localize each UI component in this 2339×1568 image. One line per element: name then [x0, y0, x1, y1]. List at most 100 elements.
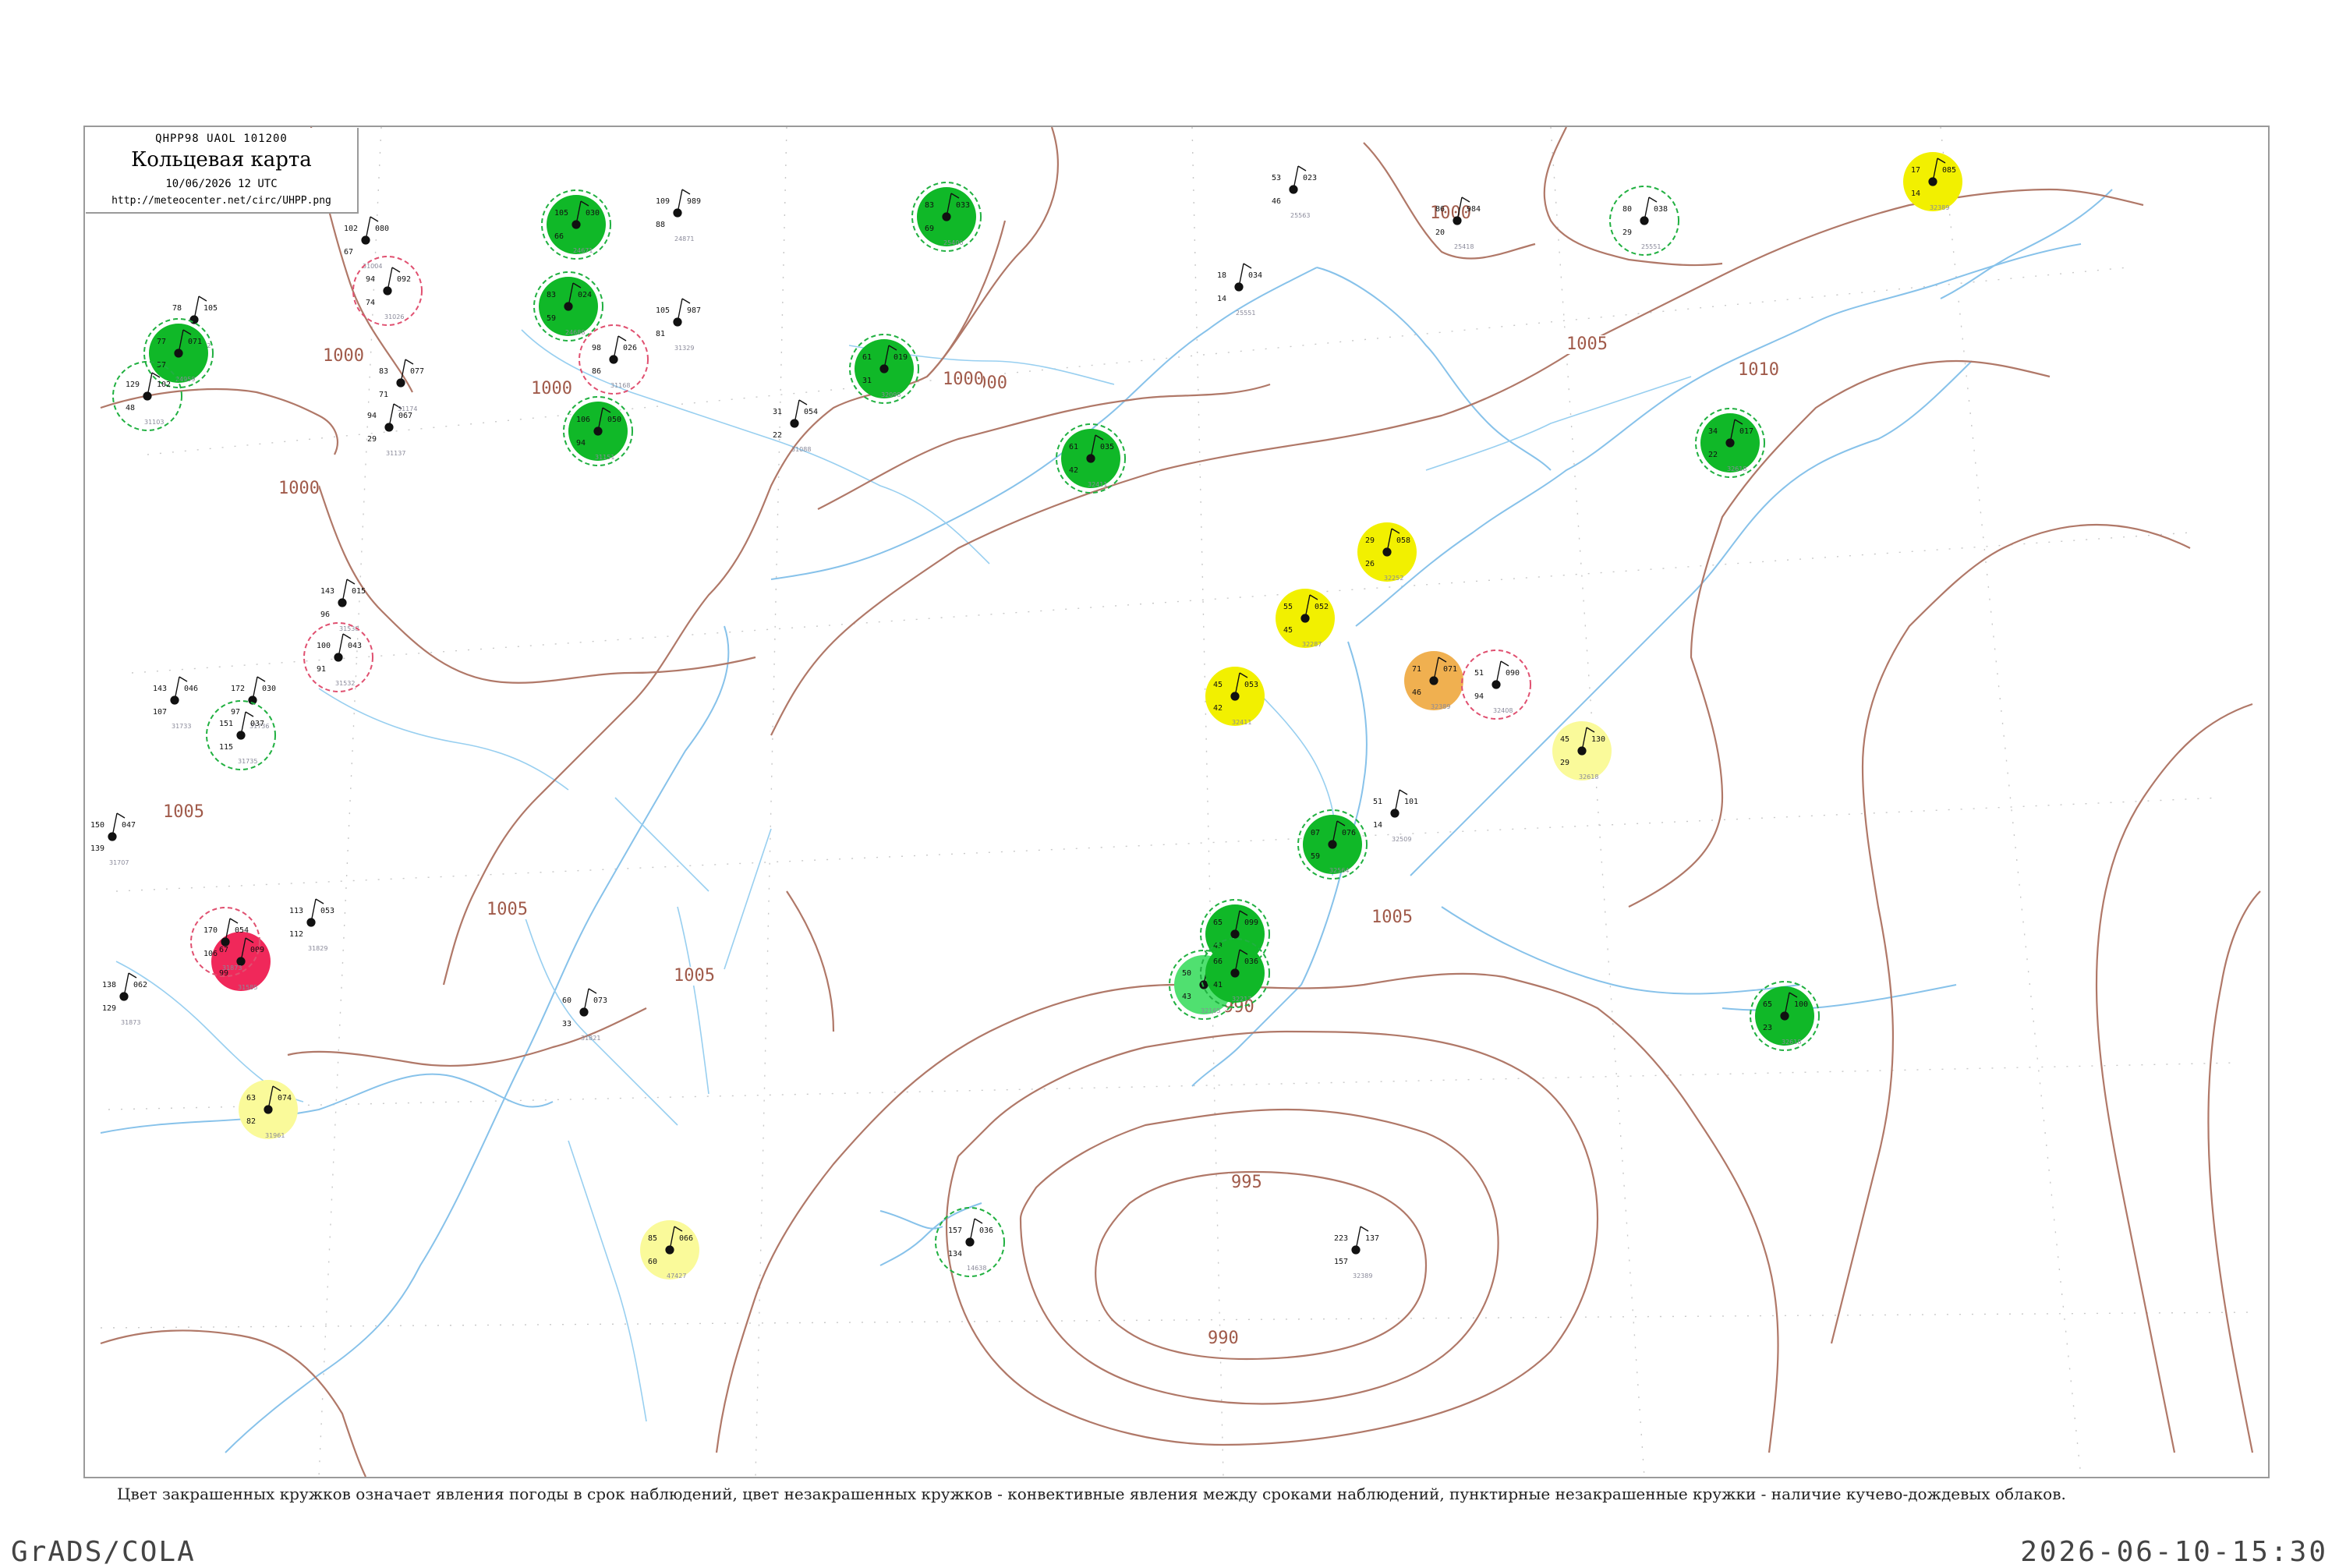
station-id: 32287 [1302, 641, 1322, 648]
station-marker[interactable]: 07 076 59 32564 [1297, 809, 1368, 880]
station-pressure: 074 [278, 1094, 292, 1103]
station-id: 31137 [386, 450, 405, 457]
station-marker[interactable]: 77 0715724959 [143, 318, 214, 388]
station-id: 31026 [384, 313, 404, 320]
station-marker[interactable]: 143 046 107 31733 [153, 676, 198, 730]
station-temperature: 71 [1412, 665, 1421, 674]
station-dewpoint: 59 [547, 314, 556, 323]
station-marker[interactable]: 55 052 45 32287 [1276, 589, 1335, 648]
station-temperature: 100 [317, 642, 331, 650]
station-marker[interactable]: 129 102 48 31103 [112, 361, 182, 431]
station-id: 31151 [595, 454, 614, 461]
station-temperature: 143 [153, 685, 167, 693]
station-id: 31829 [308, 945, 327, 952]
station-temperature: 105 [554, 209, 568, 218]
station-temperature: 18 [1217, 271, 1226, 280]
station-dewpoint: 115 [219, 743, 233, 752]
rivers [115, 329, 1692, 1422]
station-dewpoint: 112 [289, 930, 303, 939]
station-temperature: 85 [648, 1234, 657, 1243]
station-marker[interactable]: 51 101 14 32509 [1373, 789, 1418, 843]
station-marker[interactable]: 100 043 91 31532 [303, 622, 373, 692]
station-dewpoint: 69 [925, 225, 934, 233]
station-id: 24871 [674, 235, 694, 242]
station-id: 25551 [1641, 243, 1661, 250]
station-marker[interactable]: 45 130 29 32618 [1552, 721, 1612, 780]
station-layer: 105 030662467183 0245924688102 080673100494… [90, 152, 1962, 1280]
station-id: 32564 [1329, 867, 1349, 874]
station-pressure: 052 [1315, 603, 1329, 611]
station-id: 25551 [1236, 310, 1255, 317]
station-marker[interactable]: 71 071 46 32389 [1404, 651, 1463, 710]
station-marker[interactable]: 80 038 29 25551 [1609, 186, 1679, 256]
station-marker[interactable]: 150 047 139 31707 [90, 812, 136, 866]
station-pressure: 067 [398, 412, 412, 420]
station-marker[interactable]: 85 066 60 47427 [640, 1220, 699, 1280]
map-url[interactable]: http://meteocenter.net/circ/UHPP.png [86, 195, 357, 207]
station-id: 32411 [1232, 719, 1251, 726]
station-marker[interactable]: 65 100 23 32618 [1750, 981, 1820, 1051]
station-marker[interactable]: 105 030 66 24671 [541, 189, 611, 260]
station-pressure: 071 [1443, 665, 1457, 674]
station-marker[interactable]: 157 036 134 14638 [935, 1207, 1005, 1277]
station-marker[interactable]: 151 037 115 31735 [206, 700, 276, 770]
station-id: 31873 [121, 1019, 140, 1026]
station-marker[interactable]: 66 036 41 32217 [1200, 938, 1270, 1008]
station-marker[interactable]: 61 019 31 32098 [849, 334, 919, 404]
station-id: 32252 [1384, 575, 1403, 582]
station-marker[interactable]: 29 058 26 32252 [1357, 522, 1417, 582]
station-marker[interactable]: 109 989 88 24871 [656, 189, 701, 242]
station-pressure: 085 [1942, 166, 1956, 175]
station-marker[interactable]: 102 080 67 31004 [344, 216, 389, 270]
station-dewpoint: 42 [1213, 704, 1223, 713]
station-id: 31103 [144, 419, 164, 426]
station-marker[interactable]: 113 053 112 31829 [289, 898, 334, 952]
station-temperature: 78 [172, 304, 182, 313]
station-dewpoint: 29 [1560, 759, 1569, 767]
station-marker[interactable]: 94 092 74 31026 [352, 256, 423, 326]
station-temperature: 77 [157, 338, 166, 346]
station-marker[interactable]: 51 090 94 32408 [1461, 649, 1531, 720]
station-dewpoint: 94 [576, 439, 586, 448]
station-marker[interactable]: 45 053 42 32411 [1205, 667, 1265, 726]
station-pressure: 050 [607, 416, 621, 424]
station-marker[interactable]: 63 074 82 31961 [239, 1080, 298, 1139]
station-temperature: 102 [344, 225, 358, 233]
station-marker[interactable]: 83 024 59 24688 [533, 271, 603, 342]
station-dewpoint: 67 [344, 248, 353, 257]
station-marker[interactable]: 17 085 14 32389 [1903, 152, 1962, 211]
station-id: 31168 [610, 382, 630, 389]
station-marker[interactable]: 106 050 94 31151 [563, 396, 633, 466]
station-dewpoint: 46 [1272, 197, 1281, 206]
station-pressure: 101 [1404, 798, 1418, 806]
station-id: 31532 [335, 680, 355, 687]
station-id: 24671 [573, 247, 593, 254]
station-pressure: 046 [184, 685, 198, 693]
station-temperature: 61 [862, 353, 872, 362]
station-pressure: 077 [410, 367, 424, 376]
station-marker[interactable]: 61 035 42 32411 [1056, 423, 1126, 494]
station-marker[interactable]: 138 062 129 31873 [102, 972, 147, 1026]
isobar-label: 990 [1208, 1329, 1239, 1348]
station-dewpoint: 106 [203, 950, 218, 958]
station-dewpoint: 107 [153, 708, 167, 717]
station-temperature: 98 [592, 344, 601, 352]
station-marker[interactable]: 105 987 81 31329 [656, 298, 701, 352]
station-marker[interactable]: 83 033 69 25400 [911, 182, 982, 252]
station-marker[interactable]: 53 023 46 25563 [1272, 165, 1317, 219]
station-marker[interactable]: 34 017 22 32618 [1695, 408, 1765, 478]
station-temperature: 83 [379, 367, 388, 376]
station-pressure: 034 [1248, 271, 1262, 280]
isobar-label: 1005 [1371, 908, 1413, 927]
station-temperature: 29 [1365, 536, 1375, 545]
station-marker[interactable]: 98 026 86 31168 [579, 324, 649, 395]
station-marker[interactable]: 83 077 71 31174 [379, 359, 424, 412]
station-pressure: 073 [593, 996, 607, 1005]
station-marker[interactable]: 67 0099931585 [211, 932, 271, 991]
station-pressure: 024 [578, 291, 592, 299]
station-marker[interactable]: 60 073 33 31821 [562, 988, 607, 1042]
station-id: 31538 [339, 625, 359, 632]
station-pressure: 038 [1654, 205, 1668, 214]
station-pressure: 054 [235, 926, 249, 935]
station-marker[interactable]: 223 137 157 32389 [1334, 1226, 1379, 1280]
